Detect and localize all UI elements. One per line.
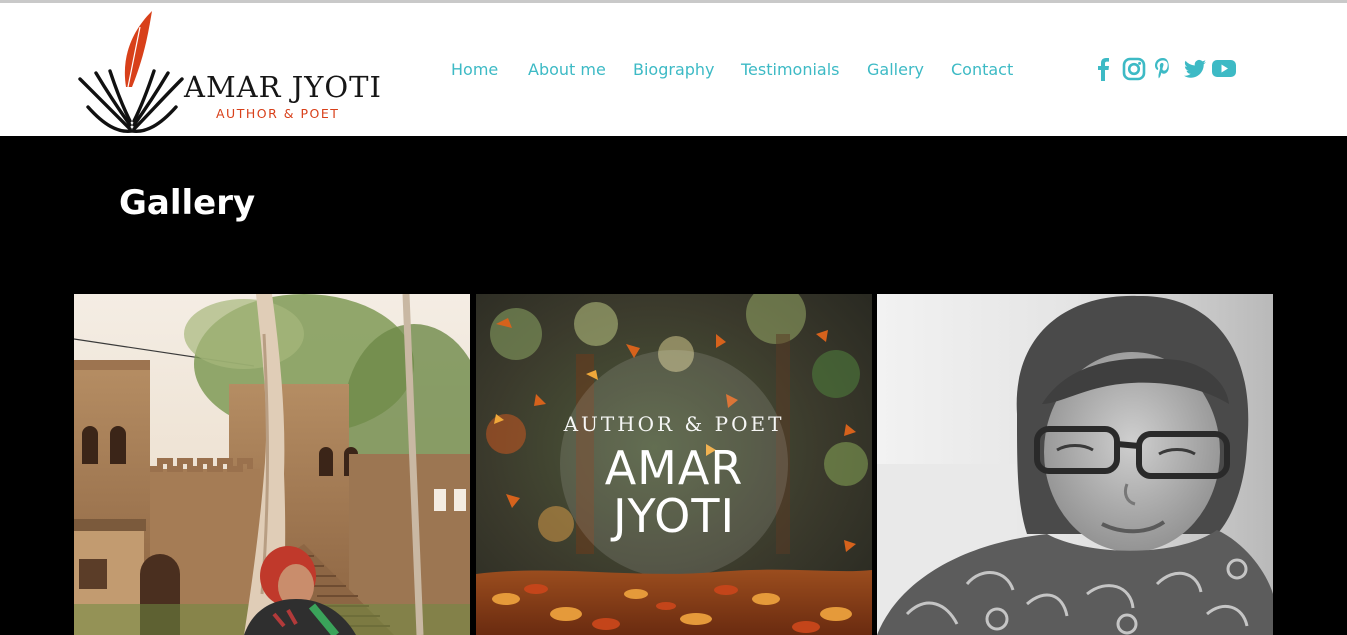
gallery-item-1[interactable] [74,294,470,635]
facebook-icon[interactable] [1096,57,1110,81]
nav-home[interactable]: Home [451,59,498,81]
instagram-icon[interactable] [1122,57,1146,81]
nav-testimonials[interactable]: Testimonials [741,59,840,81]
brand-tagline: AUTHOR & POET [216,106,340,121]
nav-biography[interactable]: Biography [633,59,715,81]
graphic-subtitle: AUTHOR & POET [563,412,785,436]
graphic-title-line-1: AMAR [604,441,744,495]
nav-gallery[interactable]: Gallery [867,59,924,81]
twitter-icon[interactable] [1183,57,1207,81]
nav-about-me[interactable]: About me [528,59,606,81]
graphic-title-line-2: JYOTI [612,489,736,543]
social-links [1094,57,1244,83]
gallery-item-2[interactable]: AUTHOR & POET AMAR JYOTI [476,294,872,635]
fort-photo [74,294,470,635]
page-title: Gallery [119,183,256,223]
youtube-icon[interactable] [1211,57,1237,81]
site-header: AMAR JYOTI AUTHOR & POET Home About me B… [0,3,1347,136]
nav-contact[interactable]: Contact [951,59,1013,81]
main-nav: Home About me Biography Testimonials Gal… [0,59,1100,81]
portrait-photo [877,294,1273,635]
gallery-item-3[interactable] [877,294,1273,635]
pinterest-icon[interactable] [1153,57,1173,81]
